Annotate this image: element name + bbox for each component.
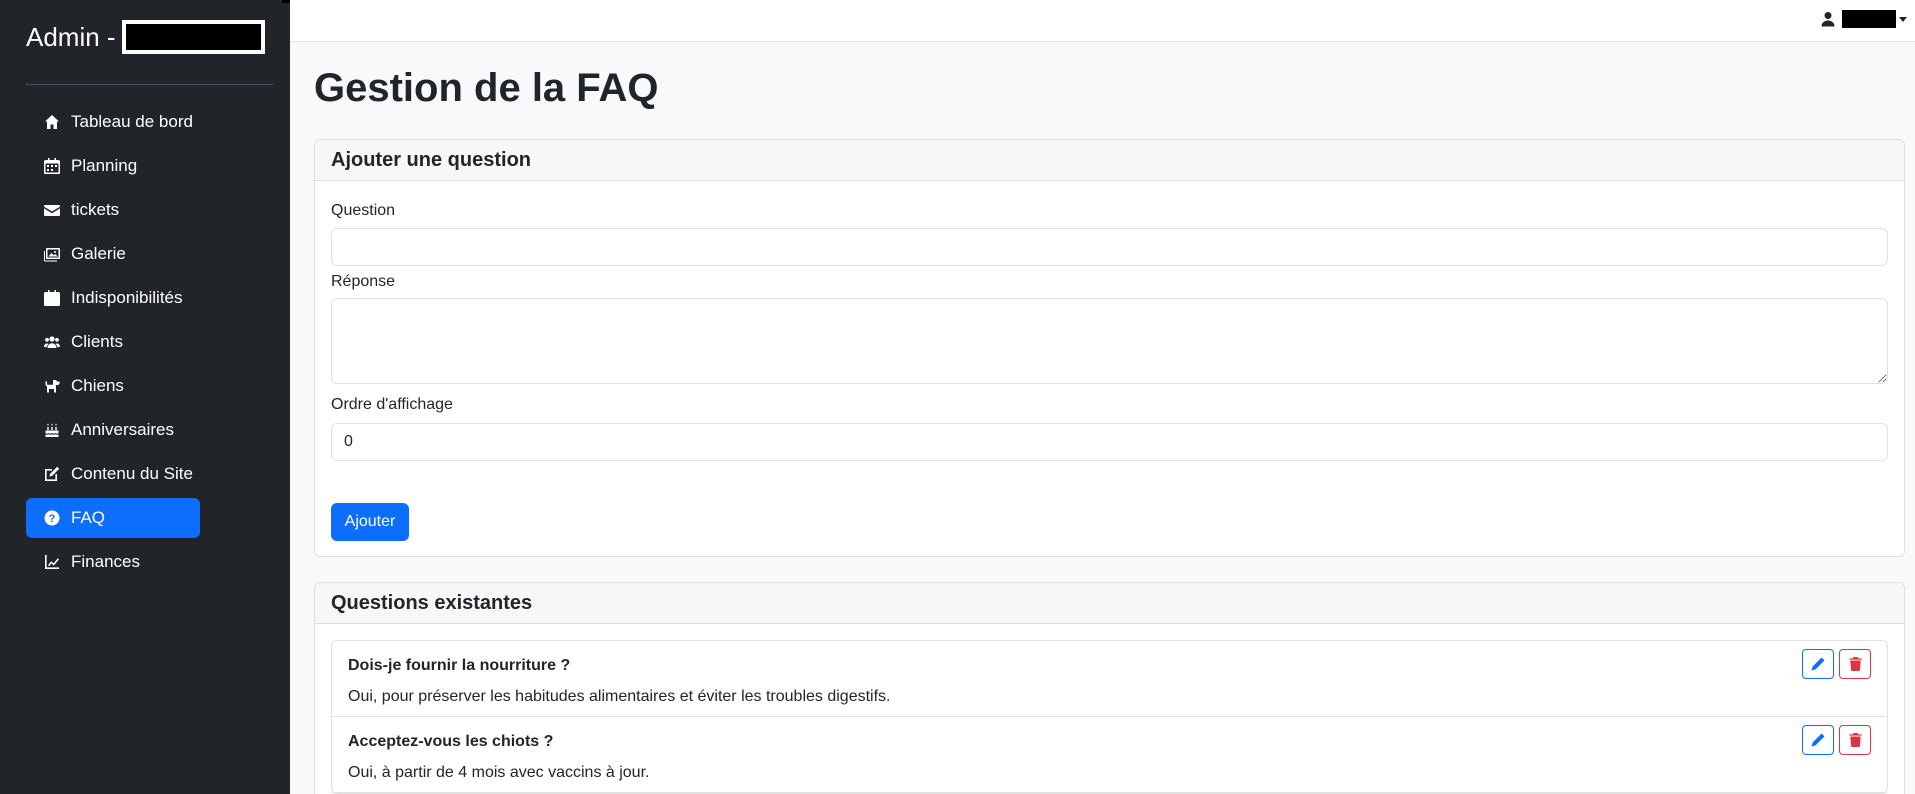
sidebar-nav: Tableau de bord Planning tickets Galerie… [26,102,274,586]
brand: Admin - [26,18,265,56]
sidebar-item-tickets[interactable]: tickets [26,190,200,230]
svg-text:?: ? [49,513,56,525]
sidebar-item-contenu-du-site[interactable]: Contenu du Site [26,454,200,494]
calendar-x-icon [43,289,61,307]
order-label: Ordre d'affichage [331,396,453,413]
redacted-username [1842,10,1896,28]
existing-questions-card: Questions existantes Dois-je fournir la … [314,582,1905,794]
sidebar-item-finances[interactable]: Finances [26,542,200,582]
sidebar: Admin - Tableau de bord Planning tickets… [0,0,290,794]
faq-actions [1802,649,1871,679]
delete-button[interactable] [1839,649,1871,679]
sidebar-item-clients[interactable]: Clients [26,322,200,362]
calendar-icon [43,157,61,175]
sidebar-item-planning[interactable]: Planning [26,146,200,186]
sidebar-item-label: Finances [71,552,140,571]
sidebar-item-galerie[interactable]: Galerie [26,234,200,274]
sidebar-item-faq[interactable]: ? FAQ [26,498,200,538]
envelope-icon [43,201,61,219]
user-menu-toggle[interactable] [1820,10,1907,28]
dog-icon [43,377,61,395]
faq-answer: Oui, à partir de 4 mois avec vaccins à j… [348,764,650,781]
sidebar-item-label: Galerie [71,244,126,263]
home-icon [43,113,61,131]
pencil-icon [1811,657,1825,671]
sidebar-item-label: Planning [71,156,138,175]
answer-label: Réponse [331,273,396,290]
edit-icon [43,465,61,483]
topbar [290,0,1915,42]
faq-answer: Oui, pour préserver les habitudes alimen… [348,688,891,705]
question-input[interactable] [331,228,1888,266]
sidebar-item-label: tickets [71,200,120,219]
user-icon [1821,12,1835,27]
faq-list: Dois-je fournir la nourriture ? Oui, pou… [331,640,1888,794]
sidebar-item-indisponibilites[interactable]: Indisponibilités [26,278,200,318]
sidebar-item-label: Contenu du Site [71,464,193,483]
images-icon [43,245,61,263]
users-icon [43,333,61,351]
sidebar-item-label: Tableau de bord [71,112,193,131]
list-item: Acceptez-vous les chiots ? Oui, à partir… [332,717,1887,793]
order-input[interactable] [331,423,1888,461]
card-header: Questions existantes [315,583,1904,624]
edit-button[interactable] [1802,649,1834,679]
card-header: Ajouter une question [315,140,1904,181]
redacted-brand-name [121,20,265,54]
question-circle-icon: ? [43,509,61,527]
answer-textarea[interactable] [331,298,1888,384]
sidebar-item-chiens[interactable]: Chiens [26,366,200,406]
faq-question: Acceptez-vous les chiots ? [348,733,554,750]
chart-line-icon [43,553,61,571]
chevron-down-icon [1899,16,1907,22]
add-question-card: Ajouter une question Question Réponse Or… [314,139,1905,557]
sidebar-item-label: Indisponibilités [71,288,183,307]
trash-icon [1848,733,1862,747]
sidebar-item-label: Clients [71,332,123,351]
sidebar-divider [26,84,273,85]
pencil-icon [1811,733,1825,747]
edit-button[interactable] [1802,725,1834,755]
list-item: Dois-je fournir la nourriture ? Oui, pou… [332,641,1887,717]
question-label: Question [331,202,396,219]
delete-button[interactable] [1839,725,1871,755]
sidebar-item-anniversaires[interactable]: Anniversaires [26,410,200,450]
page-title: Gestion de la FAQ [314,66,659,110]
sidebar-item-label: Anniversaires [71,420,174,439]
faq-question: Dois-je fournir la nourriture ? [348,657,571,674]
add-question-button[interactable]: Ajouter [331,503,409,541]
sidebar-item-label: Chiens [71,376,124,395]
brand-title: Admin - [26,21,116,52]
faq-actions [1802,725,1871,755]
sidebar-item-dashboard[interactable]: Tableau de bord [26,102,200,142]
trash-icon [1848,657,1862,671]
sidebar-item-label: FAQ [71,508,106,527]
cake-icon [43,421,61,439]
